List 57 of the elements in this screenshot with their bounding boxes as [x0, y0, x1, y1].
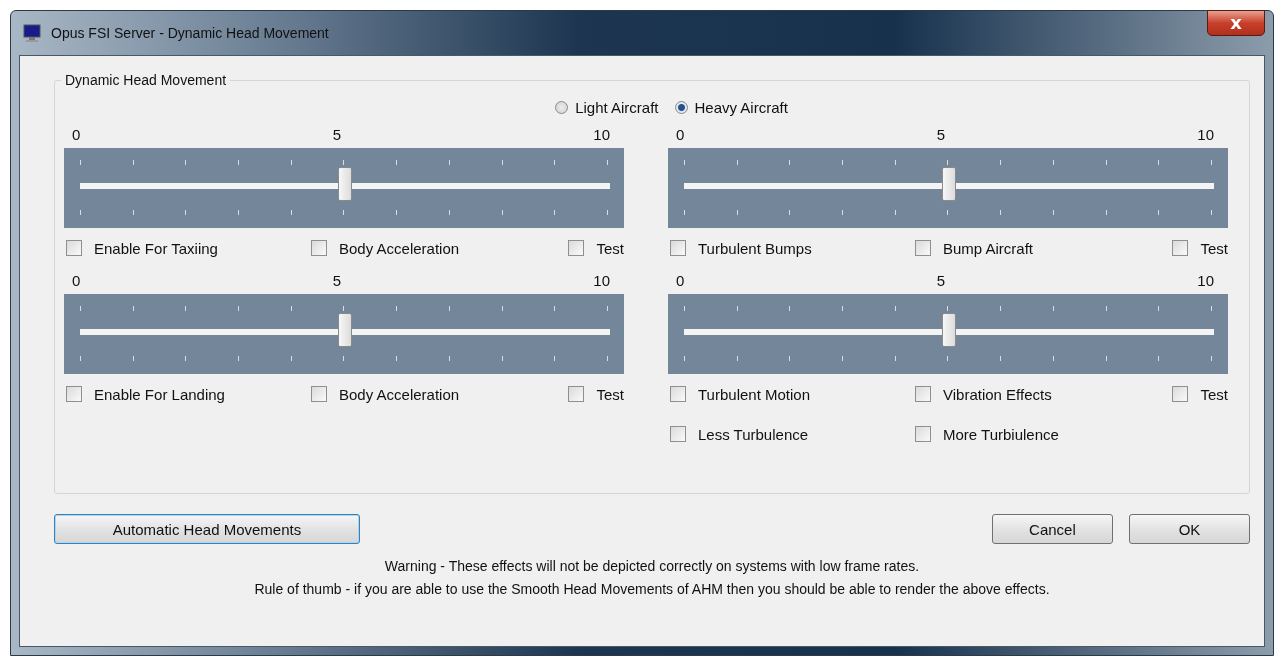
ok-button[interactable]: OK: [1128, 514, 1250, 544]
checkbox[interactable]: [66, 386, 82, 402]
checkbox-label: Test: [1200, 239, 1228, 257]
scale-label: 5: [332, 125, 341, 143]
scale-label: 10: [1197, 125, 1214, 143]
checkbox[interactable]: [670, 426, 686, 442]
checkbox[interactable]: [311, 386, 327, 402]
checkbox-label: Body Acceleration: [339, 385, 460, 403]
checkbox-label: Less Turbulence: [698, 425, 809, 443]
warning-text: Rule of thumb - if you are able to use the Smooth Head Movements of AHM then you should be able to render the above effects.: [254, 581, 1050, 597]
close-button[interactable]: x: [1207, 10, 1265, 36]
checkbox-label: Test: [596, 239, 624, 257]
checkbox[interactable]: [1172, 386, 1189, 402]
scale-label: 5: [332, 271, 341, 289]
checkbox-label: Test: [596, 385, 624, 403]
scale-label: 0: [676, 271, 685, 289]
slider-thumb[interactable]: [338, 313, 352, 347]
scale-label: 10: [593, 125, 610, 143]
checkbox-label: More Turbiulence: [943, 425, 1059, 443]
slider-thumb[interactable]: [942, 167, 956, 201]
checkbox[interactable]: [670, 386, 686, 402]
checkbox[interactable]: [915, 426, 931, 442]
scale-label: 0: [676, 125, 685, 143]
checkbox[interactable]: [311, 240, 327, 256]
scale-label: 10: [593, 271, 610, 289]
checkbox-label: Body Acceleration: [339, 239, 460, 257]
scale-label: 0: [72, 125, 81, 143]
radio-button[interactable]: [555, 101, 569, 114]
scale-label: 5: [936, 125, 945, 143]
checkbox[interactable]: [670, 240, 686, 256]
checkbox[interactable]: [66, 240, 82, 256]
monitor-icon: [23, 24, 41, 42]
checkbox[interactable]: [568, 386, 585, 402]
checkbox-label: Enable For Landing: [94, 385, 225, 403]
checkbox[interactable]: [915, 240, 931, 256]
checkbox[interactable]: [568, 240, 585, 256]
radio-label: Light Aircraft: [575, 99, 659, 116]
slider-thumb[interactable]: [942, 313, 956, 347]
checkbox-label: Turbulent Bumps: [698, 239, 812, 257]
scale-label: 10: [1197, 271, 1214, 289]
warning-text: Warning - These effects will not be depicted correctly on systems with low frame rates.: [384, 558, 920, 574]
checkbox[interactable]: [1172, 240, 1189, 256]
scale-label: 0: [72, 271, 81, 289]
checkbox-label: Bump Aircraft: [943, 239, 1034, 257]
window-title: Opus FSI Server - Dynamic Head Movement: [51, 25, 329, 41]
automatic-head-movements-button[interactable]: Automatic Head Movements: [54, 514, 360, 544]
checkbox-label: Turbulent Motion: [698, 385, 810, 403]
radio-button[interactable]: [674, 101, 688, 114]
slider-thumb[interactable]: [338, 167, 352, 201]
checkbox-label: Vibration Effects: [943, 385, 1052, 403]
scale-label: 5: [936, 271, 945, 289]
group-title: Dynamic Head Movement: [61, 72, 231, 88]
checkbox-label: Enable For Taxiing: [94, 239, 218, 257]
checkbox-label: Test: [1200, 385, 1228, 403]
cancel-button[interactable]: Cancel: [991, 514, 1113, 544]
checkbox[interactable]: [915, 386, 931, 402]
radio-label: Heavy Aircraft: [694, 99, 788, 116]
